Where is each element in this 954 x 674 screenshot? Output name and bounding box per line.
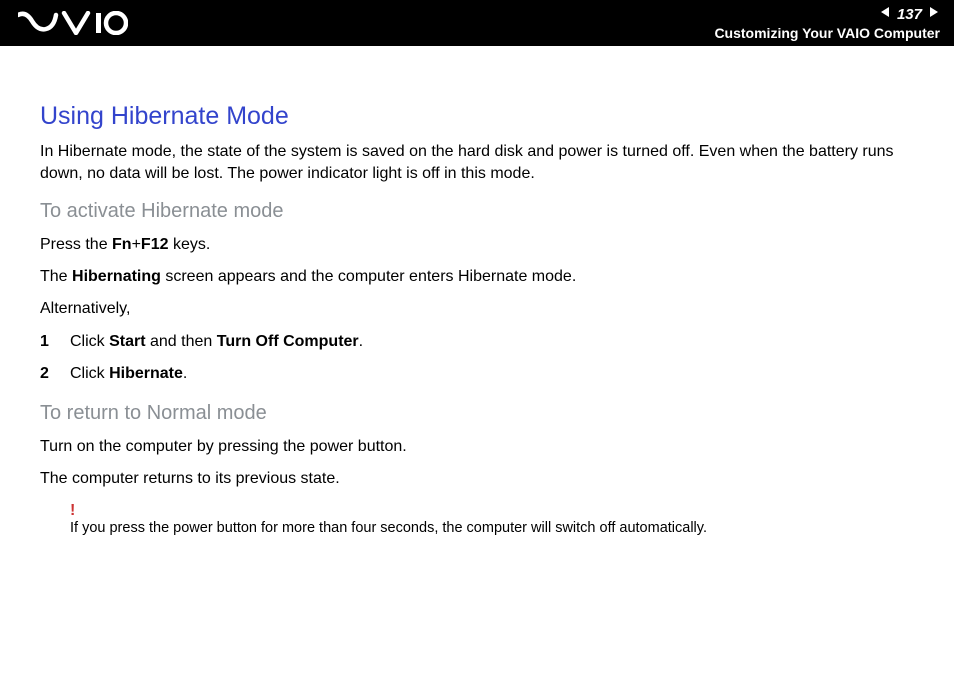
page-number: 137 [897, 6, 922, 23]
step-2: 2 Click Hibernate. [40, 361, 914, 387]
header-bar: 137 Customizing Your VAIO Computer [0, 0, 954, 46]
warning-icon: ! [70, 503, 914, 519]
text: + [132, 236, 141, 253]
text: The [40, 268, 72, 285]
return-line-2: The computer returns to its previous sta… [40, 467, 914, 491]
header-right: 137 Customizing Your VAIO Computer [714, 5, 940, 41]
vaio-logo-svg [18, 11, 128, 35]
return-line-1: Turn on the computer by pressing the pow… [40, 435, 914, 459]
vaio-logo [18, 11, 128, 35]
hibernate-word: Hibernate [109, 365, 183, 382]
subheading-return: To return to Normal mode [40, 402, 914, 425]
text: keys. [169, 236, 211, 253]
prev-page-arrow-icon[interactable] [879, 5, 891, 23]
text: Click [70, 333, 109, 350]
text: Click [70, 365, 109, 382]
page-heading: Using Hibernate Mode [40, 102, 914, 131]
page-navigation: 137 [714, 5, 940, 23]
warning-note: ! If you press the power button for more… [40, 503, 914, 538]
intro-paragraph: In Hibernate mode, the state of the syst… [40, 141, 914, 184]
step-number: 1 [40, 329, 54, 355]
step-number: 2 [40, 361, 54, 387]
key-f12: F12 [141, 236, 169, 253]
warning-text: If you press the power button for more t… [70, 519, 914, 538]
press-keys-line: Press the Fn+F12 keys. [40, 233, 914, 257]
text: . [183, 365, 187, 382]
key-fn: Fn [112, 236, 132, 253]
text: . [359, 333, 363, 350]
hibernating-line: The Hibernating screen appears and the c… [40, 265, 914, 289]
page-content: Using Hibernate Mode In Hibernate mode, … [0, 46, 954, 538]
step-text: Click Start and then Turn Off Computer. [70, 329, 363, 355]
start-word: Start [109, 333, 145, 350]
step-1: 1 Click Start and then Turn Off Computer… [40, 329, 914, 355]
step-text: Click Hibernate. [70, 361, 187, 387]
next-page-arrow-icon[interactable] [928, 5, 940, 23]
subheading-activate: To activate Hibernate mode [40, 200, 914, 223]
text: screen appears and the computer enters H… [161, 268, 576, 285]
text: and then [146, 333, 217, 350]
hibernating-word: Hibernating [72, 268, 161, 285]
text: Press the [40, 236, 112, 253]
turnoff-word: Turn Off Computer [217, 333, 359, 350]
section-title: Customizing Your VAIO Computer [714, 25, 940, 41]
alternatively-line: Alternatively, [40, 297, 914, 321]
